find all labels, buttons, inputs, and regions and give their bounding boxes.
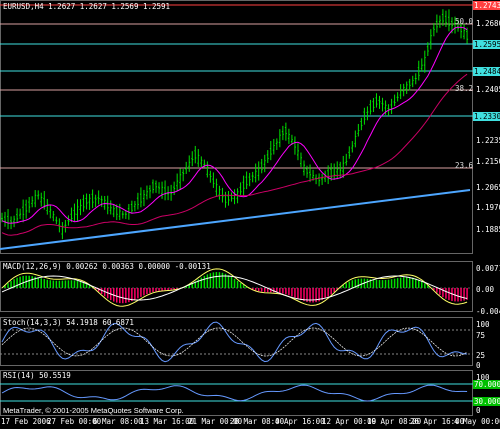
macd-axis-top: 0.00712 (476, 264, 500, 273)
chart-window[interactable]: EURUSD,H4 1.2627 1.2627 1.2569 1.2591 MA… (0, 0, 500, 429)
level-price-box: 1.2484 (473, 67, 500, 76)
fib-50-label: 50.0 (455, 17, 474, 26)
price-label: 1.2405 (476, 85, 500, 94)
rsi-line (1, 384, 468, 402)
macd-axis-bottom: -0.00426 (476, 307, 500, 316)
macd-axis-zero: 0.00 (476, 285, 495, 294)
rsi-70-box: 70.0000 (473, 380, 500, 389)
fib-236-label: 23.6 (455, 161, 474, 170)
fast-ma-line (1, 26, 468, 224)
stoch-axis-top: 100 (476, 320, 490, 329)
price-label: 1.2235 (476, 136, 500, 145)
time-label: 4 May 00:00 (454, 417, 500, 426)
main-header: EURUSD,H4 1.2627 1.2627 1.2569 1.2591 (3, 2, 171, 11)
price-label: 1.2150 (476, 157, 500, 166)
price-label: 1.2680 (476, 19, 500, 28)
time-label: 17 Feb 2006 (1, 417, 51, 426)
level-price-box: 1.2330 (473, 112, 500, 121)
high-price-box: 1.2743 (473, 1, 500, 10)
stoch-main-line (1, 321, 468, 363)
price-label: 1.2065 (476, 183, 500, 192)
rsi-30-box: 30.0000 (473, 397, 500, 406)
time-label: 13 Mar 16:00 (140, 417, 195, 426)
price-label: 1.1885 (476, 225, 500, 234)
copyright-text: MetaTrader, © 2001-2005 MetaQuotes Softw… (3, 406, 184, 415)
macd-header: MACD(12,26,9) 0.00262 0.00363 0.00000 -0… (3, 262, 211, 271)
current-price-box: 1.2595 (473, 40, 500, 49)
stoch-axis-bottom: 0 (476, 361, 481, 370)
time-label: 4 Apr 16:00 (275, 417, 325, 426)
stoch-axis-75: 75 (476, 331, 486, 340)
price-label: 1.1970 (476, 203, 500, 212)
price-chart[interactable] (0, 0, 473, 429)
fib-382-label: 38.2 (455, 84, 474, 93)
stoch-header: Stoch(14,3,3) 54.1918 60.6871 (3, 318, 134, 327)
stoch-axis-25: 25 (476, 351, 486, 360)
rsi-axis-bottom: 0 (476, 406, 481, 415)
time-label: 6 Mar 08:00 (93, 417, 143, 426)
rsi-header: RSI(14) 50.5519 (3, 371, 71, 380)
